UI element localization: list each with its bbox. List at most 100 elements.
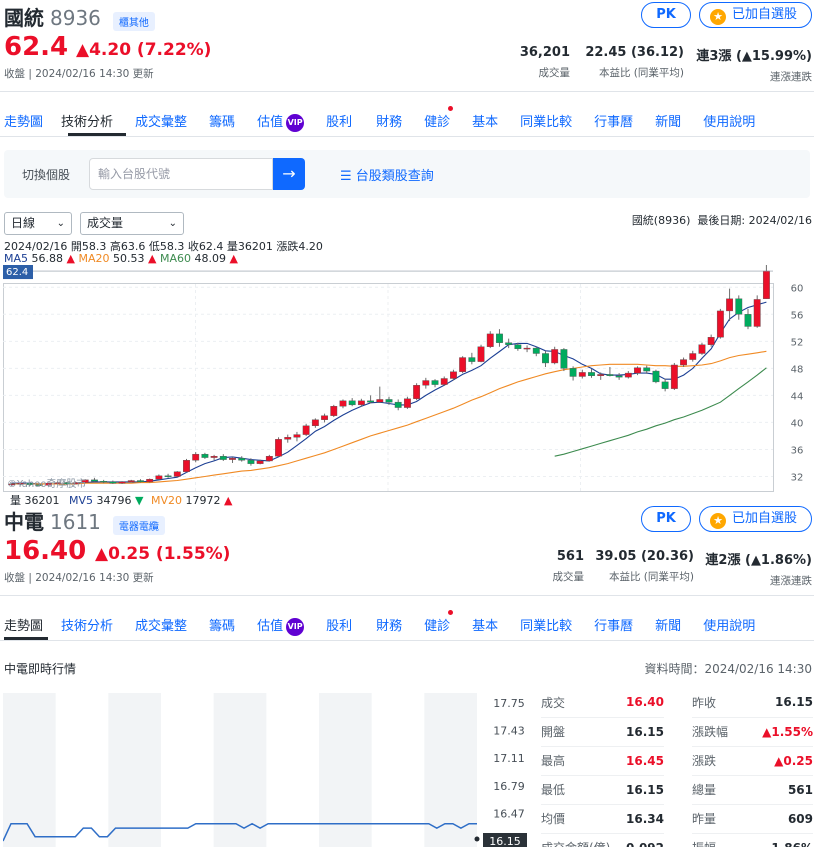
favorite-button[interactable]: ★ 已加自選股 [699,2,812,28]
candle[interactable] [183,458,190,473]
candle[interactable] [762,265,770,299]
streak-pct: ▲15.99% [741,49,807,64]
candle[interactable] [716,308,724,339]
notification-dot [448,610,454,615]
update-status: 收盤 | 2024/02/16 14:30 更新 [4,68,154,80]
quote-row: 成交金額(億)0.092 [541,833,664,847]
candle[interactable] [670,362,678,390]
chevron-down-icon: ⌄ [168,218,177,229]
indicator-select-value: 成交量 [87,216,124,230]
y-tick-label: 36 [791,445,804,456]
star-icon: ★ [710,9,726,25]
tab-item[interactable]: 籌碼 [209,615,235,636]
tab-item[interactable]: 基本 [472,615,498,636]
tab-item[interactable]: 股利 [326,111,352,132]
tab-item[interactable]: 財務 [376,111,402,132]
tab-item[interactable]: 技術分析 [61,111,113,132]
tab-item[interactable]: 成交彙整 [135,615,187,636]
pk-button[interactable]: PK [641,2,691,28]
tab-label: 同業比較 [520,619,573,634]
notification-dot [448,106,454,111]
vip-badge: VIP [286,114,305,132]
tab-item[interactable]: 新聞 [655,615,681,636]
candle[interactable] [413,383,421,401]
tab-item[interactable]: 財務 [376,615,402,636]
pe-stat: 22.45 (36.12) 本益比 (同業平均) [585,45,684,80]
candle[interactable] [330,404,338,418]
candle[interactable] [652,369,660,384]
tab-label: 使用說明 [703,115,756,130]
tab-item[interactable]: 估值 VIP [257,615,305,636]
tab-item[interactable]: 使用說明 [703,615,755,636]
quote-value: 16.45 [620,746,664,776]
tab-item[interactable]: 新聞 [655,111,681,132]
candle[interactable] [477,344,485,363]
candle[interactable] [146,478,154,483]
switcher-label: 切換個股 [22,168,71,182]
tab-item[interactable]: 估值 VIP [257,111,305,132]
header-divider [0,91,814,92]
quote-value: 16.15 [620,775,664,805]
tab-item[interactable]: 健診 [424,106,454,132]
pk-button[interactable]: PK [641,506,691,532]
tab-item[interactable]: 股利 [326,615,352,636]
indicator-select[interactable]: 成交量 ⌄ [80,212,184,235]
tab-item[interactable]: 成交彙整 [135,111,187,132]
tab-item[interactable]: 基本 [472,111,498,132]
candle[interactable] [486,331,494,349]
tab-item[interactable]: 同業比較 [520,615,572,636]
favorite-button[interactable]: ★ 已加自選股 [699,506,812,532]
quote-row: 最低 16.15 [541,775,664,805]
industry-tag[interactable]: 電器電纜 [112,516,165,535]
y-tick-label: 17.11 [493,752,525,765]
candle[interactable] [551,346,559,365]
list-icon: ☰ [340,169,356,184]
candle[interactable] [459,356,467,374]
tab-item[interactable]: 籌碼 [209,111,235,132]
stock-code: 1611 [50,510,101,534]
tab-item[interactable]: 走勢圖 [4,615,43,636]
tab-label: 財務 [376,619,403,634]
candle[interactable] [173,471,181,478]
candlestick-chart[interactable]: 32 36 40 44 48 52 56 60 62.4 ©Yahoo奇摩股市 [3,265,811,493]
y-tick-label: 32 [791,472,804,483]
vip-badge: VIP [286,618,305,636]
tab-label: 走勢圖 [4,115,44,130]
quote-row: 均價 16.34 [541,804,664,834]
update-status: 收盤 | 2024/02/16 14:30 更新 [4,572,154,584]
tab-item[interactable]: 健診 [424,610,454,636]
ma60-label: MA60 [159,252,191,265]
quote-label: 最低 [541,775,621,805]
category-query-link[interactable]: ☰ 台股類股查詢 [340,165,434,184]
tab-item[interactable]: 使用說明 [703,111,755,132]
volume-stat: 561 成交量 [553,549,585,584]
tab-label: 技術分析 [61,115,114,130]
candle[interactable] [560,348,568,372]
quote-row: 開盤 16.15 [541,717,664,747]
quote-row: 總量 561 [692,775,813,805]
tab-item[interactable]: 走勢圖 [4,111,43,132]
intraday-chart[interactable]: 17.75 17.43 17.11 16.79 16.47 16.15 [3,693,528,847]
candle[interactable] [275,437,282,457]
industry-tag[interactable]: 櫃其他 [112,12,155,31]
last-price-tag-label: 62.4 [6,267,28,278]
stock-code-input[interactable]: 輸入台股代號 [89,158,273,190]
period-select[interactable]: 日線 ⌄ [4,212,72,235]
tab-item[interactable]: 同業比較 [520,111,572,132]
stock-code: 8936 [50,6,101,30]
candle[interactable] [753,295,761,328]
chevron-down-icon: ⌄ [56,218,65,229]
tab-item[interactable]: 技術分析 [61,615,113,636]
tab-item[interactable]: 行事曆 [594,615,633,636]
favorite-label: 已加自選股 [732,511,798,526]
tab-label: 使用說明 [703,619,756,634]
period-select-value: 日線 [11,216,36,230]
chart-header-right: 國統(8936) 最後日期: 2024/02/16 [631,214,812,227]
quote-value: 16.40 [620,688,664,718]
quote-value: 16.34 [620,804,664,834]
stock-title: 國統 8936 櫃其他 [4,2,155,31]
go-button[interactable]: → [273,158,305,190]
quote-label: 昨量 [692,804,743,834]
y-tick-label: 40 [791,418,804,429]
tab-item[interactable]: 行事曆 [594,111,633,132]
